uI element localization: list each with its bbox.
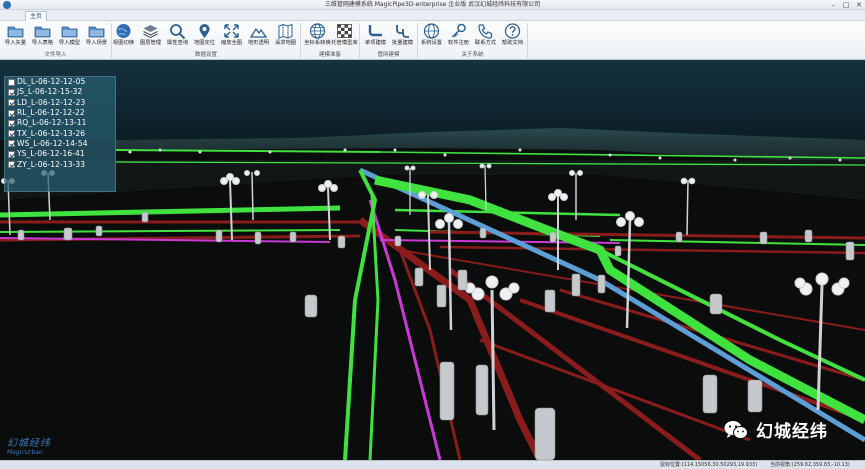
sky: [0, 60, 865, 140]
layer-checkbox[interactable]: [8, 99, 15, 107]
globe-icon: [423, 23, 440, 39]
batch-model-button[interactable]: 批量建模: [389, 22, 416, 51]
view-switch-button[interactable]: 视图切换: [110, 22, 137, 51]
phone-icon: [478, 24, 493, 39]
layer-item-ys[interactable]: YS_L-06-12-16-41: [5, 149, 115, 159]
layer-item-rq[interactable]: RQ_L-06-12-13-11: [5, 118, 115, 128]
group-label-file-import: 文件导入: [44, 52, 67, 58]
button-label: 帮助文档: [501, 40, 524, 46]
contact-button[interactable]: 联系方式: [472, 22, 499, 51]
layer-checkbox[interactable]: [8, 88, 15, 96]
tab-home[interactable]: 主页: [25, 11, 47, 21]
import-model-button[interactable]: 导入模型: [56, 22, 83, 51]
pipe-network-scene[interactable]: [0, 60, 865, 460]
layer-checkbox[interactable]: [8, 140, 15, 148]
close-button[interactable]: ✕: [855, 0, 863, 10]
brand-name-en: MagicUrban: [7, 449, 43, 456]
help-docs-button[interactable]: 帮助文档: [499, 22, 526, 51]
group-label-pipe-modeling: 管网建模: [377, 52, 400, 58]
layer-checkbox[interactable]: [8, 78, 15, 86]
layer-item-dl[interactable]: DL_L-06-12-12-05: [5, 77, 115, 87]
layer-item-ws[interactable]: WS_L-06-12-14-54: [5, 139, 115, 149]
folder-icon: [34, 26, 51, 38]
layer-label: RL_L-06-12-12-22: [17, 108, 85, 118]
status-bar: 鼠标位置:(114.15056,30.50293,19.933) 当前视角:(2…: [0, 460, 865, 469]
import-scene-button[interactable]: 导入场景: [83, 22, 110, 51]
brand-watermark: 幻城经纬 MagicUrban: [7, 438, 51, 456]
request-map-button[interactable]: 请求地图: [272, 22, 299, 51]
ribbon: 导入矢量 导入表格 导入模型 导入场景 文件导入 视图切换 图层管理 属性查询 …: [0, 21, 865, 60]
group-label-modeling-prep: 建模准备: [318, 52, 341, 58]
globe-grid-icon: [309, 23, 326, 39]
window-title: 三维管网建模系统 MagicPipe3D-enterprise 企业版 武汉幻城…: [324, 1, 541, 8]
wechat-account-name: 幻城经纬: [756, 422, 828, 442]
group-label-data-settings: 数据设置: [194, 52, 217, 58]
layer-checkbox[interactable]: [8, 119, 15, 127]
button-label: 托管模型库: [331, 40, 358, 46]
window-controls: – □ ✕: [829, 0, 863, 10]
layer-label: YS_L-06-12-16-41: [17, 149, 85, 159]
attribute-query-button[interactable]: 属性查询: [164, 22, 191, 51]
camera-view: 当前视角:(259.82,359.83,-10.13): [770, 462, 850, 468]
model-library-button[interactable]: 托管模型库: [331, 22, 358, 51]
group-separator: [527, 23, 528, 58]
pipe-icon: [368, 25, 382, 37]
wechat-watermark: 幻城经纬: [724, 417, 828, 442]
folder-icon: [88, 26, 105, 38]
folder-icon: [61, 26, 78, 38]
layer-item-zy[interactable]: ZY_L-06-12-13-33: [5, 159, 115, 169]
layer-item-ld[interactable]: LD_L-06-12-12-23: [5, 98, 115, 108]
layer-manage-button[interactable]: 图层管理: [137, 22, 164, 51]
map-pin-icon: [199, 24, 210, 38]
map-locate-button[interactable]: 地图定位: [191, 22, 218, 51]
maximize-button[interactable]: □: [842, 0, 850, 10]
mouse-position: 鼠标位置:(114.15056,30.50293,19.933): [660, 462, 758, 468]
help-icon: [504, 23, 521, 39]
key-icon: [451, 23, 466, 38]
layer-label: TX_L-06-12-13-26: [17, 128, 86, 138]
layer-label: DL_L-06-12-12-05: [17, 77, 86, 87]
layer-checkbox[interactable]: [8, 109, 15, 117]
group-label-about: 关于系统: [461, 52, 484, 58]
layer-label: WS_L-06-12-14-54: [17, 138, 88, 148]
layer-item-rl[interactable]: RL_L-06-12-12-22: [5, 108, 115, 118]
layer-checkbox[interactable]: [8, 130, 15, 138]
wechat-icon: [724, 420, 748, 439]
import-table-button[interactable]: 导入表格: [29, 22, 56, 51]
terrain-transparent-button[interactable]: 地形透明: [245, 22, 272, 51]
layer-label: LD_L-06-12-12-23: [17, 97, 86, 107]
map-icon: [278, 23, 293, 39]
layer-item-tx[interactable]: TX_L-06-12-13-26: [5, 128, 115, 138]
layer-checkbox[interactable]: [8, 161, 15, 169]
zoom-full-button[interactable]: 缩放全图: [218, 22, 245, 51]
title-bar: 三维管网建模系统 MagicPipe3D-enterprise 企业版 武汉幻城…: [0, 0, 865, 10]
import-vector-button[interactable]: 导入矢量: [2, 22, 29, 51]
folder-icon: [7, 26, 24, 38]
single-model-button[interactable]: 单项建模: [362, 22, 389, 51]
layer-label: RQ_L-06-12-13-11: [17, 118, 87, 128]
ribbon-tab-row: 主页: [0, 10, 865, 21]
system-settings-button[interactable]: 系统设置: [418, 22, 445, 51]
software-register-button[interactable]: 软件注册: [445, 22, 472, 51]
terrain-icon: [250, 27, 267, 38]
layer-panel: DL_L-06-12-12-05 JS_L-06-12-15-32 LD_L-0…: [4, 76, 116, 192]
coordinate-convert-button[interactable]: 坐标系转换: [304, 22, 331, 51]
magnifier-icon: [170, 24, 186, 39]
checker-icon: [337, 24, 352, 38]
3d-viewport[interactable]: [0, 60, 865, 460]
expand-icon: [224, 24, 239, 38]
layer-checkbox[interactable]: [8, 150, 15, 158]
layers-icon: [143, 25, 158, 39]
button-label: 请求地图: [274, 40, 297, 46]
minimize-button[interactable]: –: [829, 0, 837, 10]
layer-item-js[interactable]: JS_L-06-12-15-32: [5, 87, 115, 97]
layer-label: ZY_L-06-12-13-33: [17, 159, 86, 169]
layer-label: JS_L-06-12-15-32: [17, 87, 83, 97]
globe-icon: [116, 24, 131, 38]
brand-name-cn: 幻城经纬: [7, 438, 51, 449]
pipes-icon: [396, 25, 409, 38]
